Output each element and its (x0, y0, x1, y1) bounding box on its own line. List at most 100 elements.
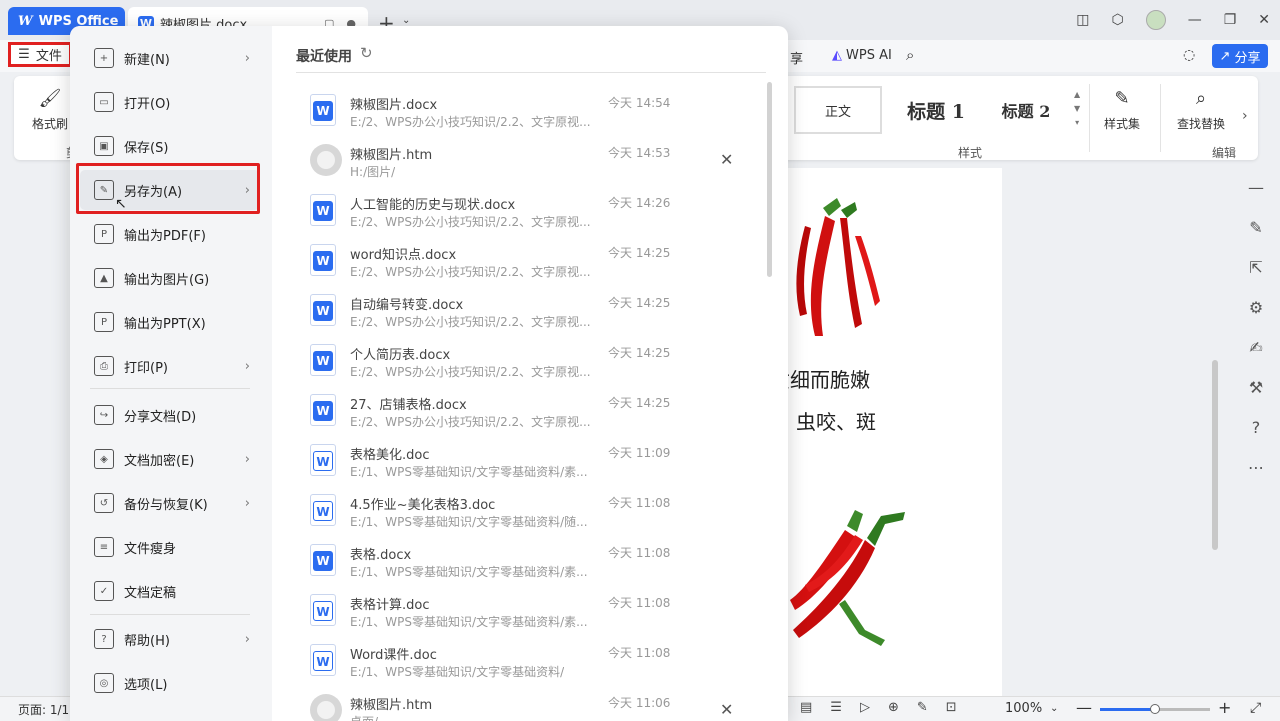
menu-item-print[interactable]: ⎙ 打印(P) › (80, 346, 260, 386)
recent-scrollbar[interactable] (767, 82, 772, 277)
zoom-in-button[interactable]: + (1218, 698, 1231, 717)
tab-list-chevron-icon[interactable]: ⌄ (402, 15, 410, 26)
format-painter-label: 格式刷 (31, 117, 68, 131)
recent-file-name: 表格计算.doc (350, 598, 430, 613)
web-view-icon[interactable]: ⊕ (888, 700, 899, 715)
menu-item-folder[interactable]: ▭ 打开(O) (80, 82, 260, 122)
word-file-icon: W (310, 394, 336, 426)
find-replace-button[interactable]: ⌕ 查找替换 (1170, 88, 1232, 132)
menu-item-share[interactable]: ↪ 分享文档(D) (80, 395, 260, 435)
minimize-icon[interactable]: — (1188, 12, 1202, 28)
recent-file-row[interactable]: Wword知识点.docx E:/2、WPS办公小技巧知识/2.2、文字原视...… (296, 236, 766, 286)
recent-file-time: 今天 11:08 (608, 546, 671, 560)
recent-file-row[interactable]: W 个人简历表.docx E:/2、WPS办公小技巧知识/2.2、文字原视... 今天… (296, 336, 766, 386)
zoom-slider-knob[interactable] (1150, 704, 1160, 714)
menu-item-finalize[interactable]: ✓ 文档定稿 (80, 571, 260, 611)
menu-item-pdf[interactable]: P 输出为PDF(F) (80, 214, 260, 254)
zoom-dropdown-icon[interactable]: ⌄ (1050, 703, 1058, 714)
remove-recent-close-icon[interactable]: ✕ (720, 700, 733, 719)
finalize-icon: ✓ (94, 581, 114, 601)
page-view-icon[interactable]: ▤ (800, 700, 812, 715)
recent-file-time: 今天 11:08 (608, 596, 671, 610)
menu-item-image[interactable]: ▲ 输出为图片(G) (80, 258, 260, 298)
share-button[interactable]: ↗ 分享 (1212, 44, 1268, 68)
pen-icon[interactable]: ✎ (1249, 208, 1262, 248)
style-heading-2[interactable]: 标题 2 (990, 86, 1062, 134)
recent-file-name: 27、店铺表格.docx (350, 398, 467, 413)
restore-icon[interactable]: ❐ (1224, 12, 1237, 28)
recent-file-path: E:/1、WPS零基础知识/文字零基础资料/素... (350, 465, 588, 479)
file-menu-button[interactable]: ☰ 文件 (8, 42, 72, 67)
menu-item-help[interactable]: ? 帮助(H) › (80, 619, 260, 659)
fullscreen-icon[interactable]: ⤢ (1250, 700, 1261, 716)
remove-recent-close-icon[interactable]: ✕ (720, 150, 733, 169)
recent-file-row[interactable]: W 4.5作业~美化表格3.doc E:/1、WPS零基础知识/文字零基础资料/随.… (296, 486, 766, 536)
document-scrollbar[interactable] (1212, 360, 1218, 550)
tools-icon[interactable]: ⚒ (1249, 368, 1263, 408)
wps-ai-button[interactable]: ◭ WPS AI (832, 48, 892, 63)
menu-item-save[interactable]: ▣ 保存(S) (80, 126, 260, 166)
search-icon[interactable]: ⌕ (906, 46, 914, 64)
cube-icon[interactable]: ⬡ (1111, 12, 1123, 28)
menu-divider (90, 614, 250, 615)
menu-item-label: 保存(S) (124, 140, 169, 156)
page-indicator[interactable]: 页面: 1/1 (18, 701, 69, 718)
menu-item-ppt[interactable]: P 输出为PPT(X) (80, 302, 260, 342)
recent-file-path: 桌面/ (350, 713, 378, 721)
recent-file-row[interactable]: W 表格美化.doc E:/1、WPS零基础知识/文字零基础资料/素... 今天 11… (296, 436, 766, 486)
chat-icon[interactable]: ◌ (1183, 47, 1195, 63)
sign-icon[interactable]: ✍ (1249, 328, 1262, 368)
recent-file-time: 今天 11:09 (608, 446, 671, 460)
avatar[interactable] (1145, 10, 1166, 30)
more-icon[interactable]: ⋯ (1248, 448, 1264, 488)
backup-icon: ↺ (94, 493, 114, 513)
word-file-icon: W (310, 544, 336, 576)
recent-file-row[interactable]: W 表格计算.doc E:/1、WPS零基础知识/文字零基础资料/素... 今天 11… (296, 586, 766, 636)
menu-item-options[interactable]: ◎ 选项(L) (80, 663, 260, 703)
edit-group-label: 编辑 (1212, 146, 1237, 160)
settings-sliders-icon[interactable]: ⚙ (1249, 288, 1263, 328)
menu-item-new[interactable]: + 新建(N) › (80, 38, 260, 78)
zoom-out-button[interactable]: — (1076, 698, 1092, 717)
word-file-icon: W (310, 444, 336, 476)
select-arrow-icon[interactable]: ⇱ (1249, 248, 1262, 288)
play-icon[interactable]: ▷ (860, 700, 870, 715)
recent-file-row[interactable]: W 表格.docx E:/1、WPS零基础知识/文字零基础资料/素... 今天 11:… (296, 536, 766, 586)
word-file-icon: W (310, 644, 336, 676)
fit-page-icon[interactable]: ⊡ (946, 700, 957, 715)
menu-item-lock[interactable]: ◈ 文档加密(E) › (80, 439, 260, 479)
style-heading-1[interactable]: 标题 1 (892, 86, 980, 134)
recent-file-row[interactable]: W 自动编号转变.docx E:/2、WPS办公小技巧知识/2.2、文字原视... 今… (296, 286, 766, 336)
recent-file-row[interactable]: 辣椒图片.htm桌面/今天 11:06 ✕ (296, 686, 766, 721)
recent-file-row[interactable]: W Word课件.doc E:/1、WPS零基础知识/文字零基础资料/今天 11:0… (296, 636, 766, 686)
print-icon: ⎙ (94, 356, 114, 376)
zoom-level[interactable]: 100% (1005, 701, 1042, 716)
ribbon-next-icon[interactable]: › (1242, 108, 1248, 124)
write-view-icon[interactable]: ✎ (917, 700, 928, 715)
recent-file-row[interactable]: W 辣椒图片.docx E:/2、WPS办公小技巧知识/2.2、文字原视... 今天 … (296, 86, 766, 136)
recent-file-row[interactable]: 辣椒图片.htm H:/图片/今天 14:53 ✕ (296, 136, 766, 186)
recent-file-time: 今天 14:25 (608, 296, 671, 310)
file-menu-list: + 新建(N) › ▭ 打开(O) ▣ 保存(S) ✎ 另存为(A) › P 输出为PDF(F) ▲ 输出… (70, 26, 272, 721)
help-circle-icon[interactable]: ? (1252, 408, 1261, 448)
recent-file-time: 今天 14:25 (608, 246, 671, 260)
menu-item-slim[interactable]: ≡ 文件瘦身 (80, 527, 260, 567)
recent-file-time: 今天 11:08 (608, 646, 671, 660)
recent-file-name: 自动编号转变.docx (350, 298, 464, 313)
menu-item-label: 备份与恢复(K) (124, 497, 208, 513)
style-scroll-arrows[interactable]: ▲ ▼ ▾ (1074, 88, 1080, 130)
outline-view-icon[interactable]: ☰ (830, 700, 842, 715)
recent-file-row[interactable]: W 27、店铺表格.docx E:/2、WPS办公小技巧知识/2.2、文字原视...… (296, 386, 766, 436)
style-set-button[interactable]: ✎ 样式集 (1098, 88, 1146, 132)
wps-logo-icon: W (18, 13, 33, 29)
refresh-icon[interactable]: ↻ (360, 44, 373, 62)
layout-icon[interactable]: ◫ (1076, 12, 1089, 28)
close-window-icon[interactable]: ✕ (1258, 12, 1270, 28)
brush-icon: 🖌︎ (38, 88, 62, 109)
style-normal[interactable]: 正文 (794, 86, 882, 134)
format-painter-button[interactable]: 🖌︎ 格式刷 (28, 88, 72, 132)
share-tool-fragment[interactable]: 享 (790, 48, 803, 67)
collapse-icon[interactable]: — (1248, 168, 1264, 208)
recent-file-row[interactable]: W 人工智能的历史与现状.docx E:/2、WPS办公小技巧知识/2.2、文字原视… (296, 186, 766, 236)
menu-item-backup[interactable]: ↺ 备份与恢复(K) › (80, 483, 260, 523)
